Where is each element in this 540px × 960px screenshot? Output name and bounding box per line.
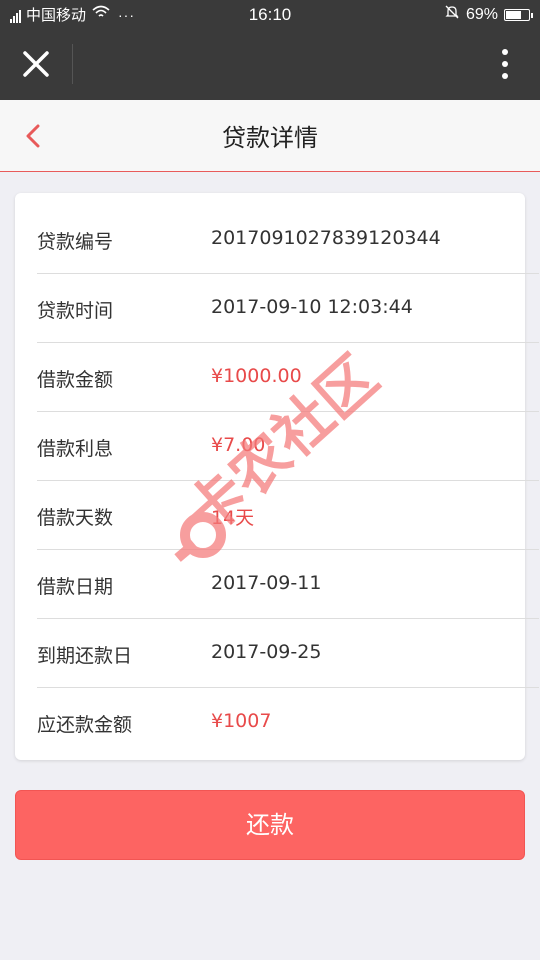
detail-value: ¥1007 bbox=[211, 710, 272, 732]
detail-value: 2017091027839120344 bbox=[211, 227, 441, 249]
bell-muted-icon bbox=[444, 4, 460, 25]
battery-percent: 69% bbox=[465, 5, 498, 23]
detail-value: 2017-09-11 bbox=[211, 572, 322, 594]
detail-label: 借款日期 bbox=[37, 576, 114, 598]
topbar-divider bbox=[72, 44, 73, 84]
close-icon bbox=[23, 51, 49, 77]
detail-label: 应还款金额 bbox=[37, 714, 133, 736]
detail-value: ¥1000.00 bbox=[211, 365, 302, 387]
detail-row-amount-due: 应还款金额 ¥1007 bbox=[37, 688, 539, 757]
detail-row-loan-amount: 借款金额 ¥1000.00 bbox=[37, 343, 539, 412]
detail-row-loan-date: 借款日期 2017-09-11 bbox=[37, 550, 539, 619]
more-vertical-icon bbox=[502, 49, 508, 79]
close-button[interactable] bbox=[16, 44, 56, 84]
detail-label: 贷款编号 bbox=[37, 231, 114, 253]
detail-label: 借款天数 bbox=[37, 507, 114, 529]
detail-value: 2017-09-25 bbox=[211, 641, 322, 663]
page-header: 贷款详情 bbox=[0, 100, 540, 172]
page-title: 贷款详情 bbox=[222, 124, 318, 152]
status-bar: 中国移动 ··· 16:10 69% bbox=[0, 0, 540, 28]
battery-fill bbox=[506, 10, 522, 19]
detail-value: 14天 bbox=[211, 507, 255, 529]
detail-label: 借款金额 bbox=[37, 369, 114, 391]
detail-label: 到期还款日 bbox=[37, 645, 133, 667]
more-menu-button[interactable] bbox=[490, 44, 520, 84]
detail-row-days: 借款天数 14天 bbox=[37, 481, 539, 550]
detail-row-loan-time: 贷款时间 2017-09-10 12:03:44 bbox=[37, 274, 539, 343]
app-top-bar bbox=[0, 28, 540, 100]
repay-button[interactable]: 还款 bbox=[15, 790, 525, 860]
detail-row-due-date: 到期还款日 2017-09-25 bbox=[37, 619, 539, 688]
detail-value: 2017-09-10 12:03:44 bbox=[211, 296, 413, 318]
detail-value: ¥7.00 bbox=[211, 434, 266, 456]
detail-row-loan-number: 贷款编号 2017091027839120344 bbox=[37, 205, 539, 274]
battery-icon bbox=[504, 8, 533, 21]
detail-row-interest: 借款利息 ¥7.00 bbox=[37, 412, 539, 481]
status-bar-right: 69% bbox=[444, 4, 533, 25]
loan-detail-card: 贷款编号 2017091027839120344 贷款时间 2017-09-10… bbox=[15, 193, 539, 760]
detail-label: 借款利息 bbox=[37, 438, 114, 460]
detail-label: 贷款时间 bbox=[37, 300, 114, 322]
